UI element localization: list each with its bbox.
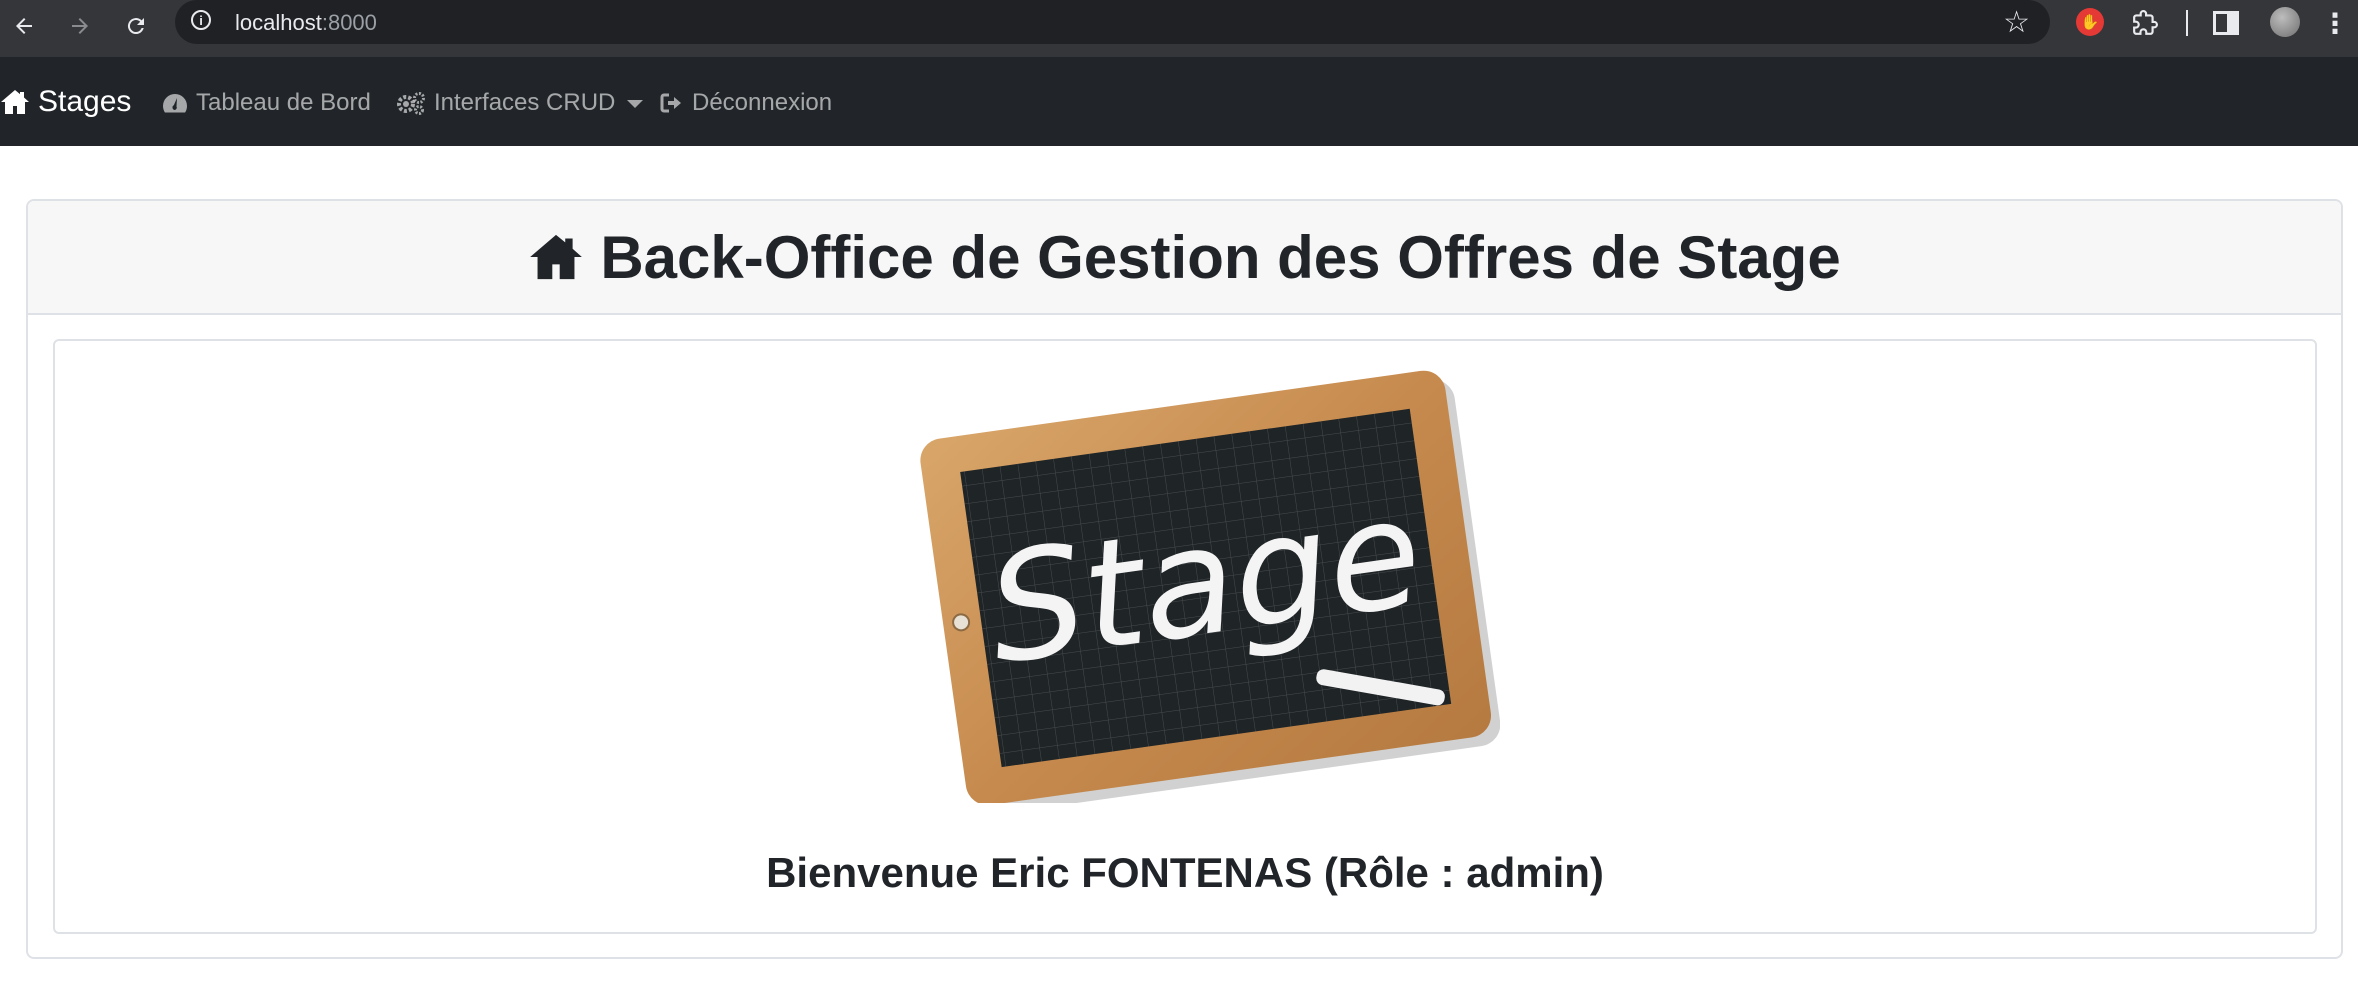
back-button[interactable]: [6, 8, 42, 44]
page-title-text: Back-Office de Gestion des Offres de Sta…: [600, 223, 1841, 291]
chevron-down-icon: [627, 100, 644, 108]
main-card: Back-Office de Gestion des Offres de Sta…: [26, 199, 2343, 959]
card-header: Back-Office de Gestion des Offres de Sta…: [28, 201, 2341, 315]
browser-toolbar: i localhost:8000 ☆ ✋ ⋮: [0, 0, 2358, 57]
page-title: Back-Office de Gestion des Offres de Sta…: [528, 223, 1841, 292]
reload-icon: [127, 18, 144, 35]
home-icon: [530, 234, 583, 280]
welcome-message: Bienvenue Eric FONTENAS (Rôle : admin): [766, 849, 1604, 896]
address-bar[interactable]: i localhost:8000 ☆: [175, 0, 2050, 44]
nav-label: Interfaces CRUD: [434, 89, 616, 116]
star-icon[interactable]: ☆: [2003, 5, 2030, 40]
card-body: Stage Bienvenue Eric FONTENAS (Rôle : ad…: [53, 339, 2317, 934]
reload-button[interactable]: [118, 8, 154, 44]
brand-label: Stages: [38, 85, 132, 118]
info-icon[interactable]: i: [191, 10, 211, 30]
forward-button[interactable]: [62, 8, 98, 44]
avatar[interactable]: [2270, 7, 2300, 37]
app-navbar: Stages Tableau de Bord Interfaces CRUD D…: [0, 57, 2358, 146]
dashboard-icon: [163, 94, 188, 113]
nav-tableau-de-bord[interactable]: Tableau de Bord: [162, 89, 371, 117]
url-host: localhost: [235, 10, 322, 35]
stage-slate-image: Stage: [910, 363, 1501, 814]
kebab-menu-icon[interactable]: ⋮: [2321, 8, 2349, 39]
arrow-right-icon: [72, 18, 88, 34]
nav-label: Déconnexion: [692, 89, 833, 116]
puzzle-icon[interactable]: [2130, 8, 2160, 38]
home-icon: [1, 90, 29, 114]
brand-link[interactable]: Stages: [0, 85, 131, 119]
arrow-left-icon: [16, 18, 32, 34]
nav-deconnexion[interactable]: Déconnexion: [660, 89, 832, 117]
nav-interfaces-crud[interactable]: Interfaces CRUD: [396, 89, 644, 117]
url-text[interactable]: localhost:8000: [235, 10, 377, 36]
side-panel-icon[interactable]: [2213, 11, 2239, 35]
sign-out-icon: [660, 93, 681, 113]
stop-hand-icon[interactable]: ✋: [2076, 8, 2104, 36]
toolbar-divider: [2186, 10, 2188, 36]
cogs-icon: [397, 92, 425, 115]
url-port: :8000: [321, 10, 377, 35]
nav-label: Tableau de Bord: [196, 89, 371, 116]
